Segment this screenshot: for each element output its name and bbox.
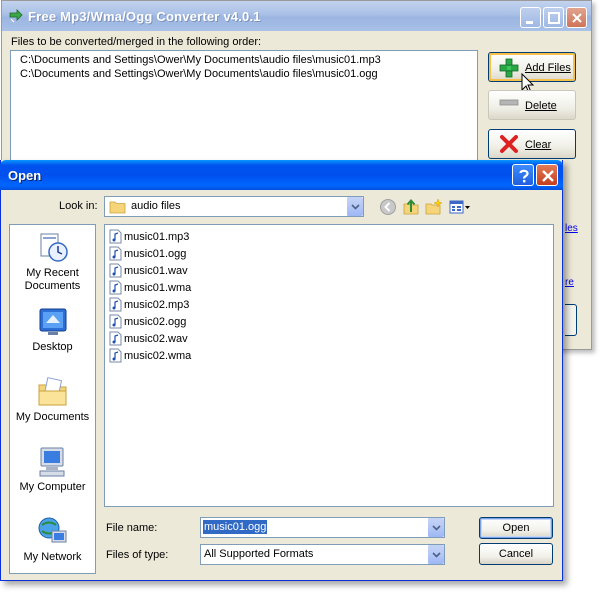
clear-label: Clear [525, 139, 552, 151]
file-name: music02.wav [124, 333, 188, 345]
files-of-type-select[interactable]: All Supported Formats [200, 544, 445, 565]
partial-button[interactable] [565, 304, 577, 336]
file-name-value: music01.ogg [203, 520, 268, 534]
chevron-down-icon [432, 552, 441, 558]
delete-label: Delete [525, 100, 557, 112]
recent-documents-icon [40, 233, 68, 262]
converter-title: Free Mp3/Wma/Ogg Converter v4.0.1 [28, 9, 261, 24]
list-item[interactable]: C:\Documents and Settings\Ower\My Docume… [20, 68, 378, 80]
audio-file-icon [109, 229, 122, 244]
file-name: music02.mp3 [124, 299, 190, 311]
files-of-type-dropdown-button[interactable] [427, 545, 444, 564]
close-button[interactable] [566, 7, 587, 28]
place-recent-documents[interactable]: My Recent Documents [10, 231, 95, 293]
new-folder-icon[interactable] [425, 198, 443, 216]
minimize-button[interactable] [520, 7, 541, 28]
places-bar: My Recent Documents Desktop My Documents [9, 224, 96, 574]
minimize-icon [526, 21, 533, 24]
place-desktop[interactable]: Desktop [10, 305, 95, 354]
minus-icon [499, 99, 519, 106]
place-label: Desktop [32, 341, 73, 353]
clear-button[interactable]: Clear [488, 129, 576, 159]
app-converter-icon [9, 9, 23, 23]
file-name: music02.ogg [124, 316, 187, 328]
partial-link[interactable]: les [565, 223, 578, 234]
look-in-value: audio files [131, 200, 181, 212]
folder-icon [109, 201, 126, 214]
place-my-network[interactable]: My Network [10, 515, 95, 564]
open-dialog-title-bar[interactable]: Open [0, 160, 563, 190]
file-name: music01.ogg [124, 248, 187, 260]
open-button[interactable]: Open [479, 517, 553, 539]
chevron-down-icon [351, 204, 360, 210]
my-documents-icon [38, 377, 66, 406]
audio-file-icon [109, 348, 122, 363]
maximize-icon [548, 12, 560, 24]
close-icon [542, 170, 554, 182]
chevron-down-icon [432, 525, 441, 531]
audio-file-icon [109, 280, 122, 295]
open-dialog-title: Open [8, 168, 42, 183]
my-computer-icon [39, 447, 64, 477]
maximize-button[interactable] [543, 7, 564, 28]
file-name: music01.wma [124, 282, 192, 294]
files-list-label: Files to be converted/merged in the foll… [11, 36, 262, 48]
up-folder-icon[interactable] [402, 198, 420, 216]
place-label: My Computer [19, 481, 86, 493]
look-in-label: Look in: [59, 200, 98, 212]
views-menu-icon[interactable] [449, 198, 471, 216]
delete-button[interactable]: Delete [488, 90, 576, 120]
place-my-computer[interactable]: My Computer [10, 445, 95, 494]
open-dialog: Open Look in: audio files My Recent Docu… [0, 160, 563, 581]
files-of-type-value: All Supported Formats [204, 548, 314, 560]
partial-link[interactable]: re [565, 277, 574, 288]
my-network-icon [38, 517, 66, 543]
place-label: My Documents [15, 411, 90, 423]
audio-file-icon [109, 246, 122, 261]
file-name: music01.mp3 [124, 231, 190, 243]
place-label: My Network [23, 551, 82, 563]
plus-icon [499, 58, 519, 78]
look-in-dropdown-button[interactable] [346, 197, 363, 216]
red-x-icon [500, 135, 518, 153]
look-in-combo[interactable]: audio files [104, 196, 364, 217]
files-of-type-label: Files of type: [106, 549, 169, 561]
audio-file-icon [109, 297, 122, 312]
close-icon [572, 13, 582, 23]
question-mark-icon [519, 169, 529, 183]
file-browser-list[interactable]: music01.mp3 music01.ogg music01.wav musi… [104, 224, 554, 507]
audio-file-icon [109, 331, 122, 346]
desktop-icon [39, 308, 66, 335]
file-name-field[interactable]: music01.ogg [200, 517, 445, 538]
file-name-label: File name: [106, 522, 158, 534]
place-label: My Recent Documents [24, 267, 81, 292]
file-name: music01.wav [124, 265, 188, 277]
file-name: music02.wma [124, 350, 192, 362]
audio-file-icon [109, 263, 122, 278]
back-icon[interactable] [379, 198, 397, 216]
place-my-documents[interactable]: My Documents [10, 375, 95, 424]
cancel-button[interactable]: Cancel [479, 543, 553, 565]
file-name-dropdown-button[interactable] [427, 518, 444, 537]
audio-file-icon [109, 314, 122, 329]
list-item[interactable]: C:\Documents and Settings\Ower\My Docume… [20, 54, 381, 66]
converter-title-bar[interactable]: Free Mp3/Wma/Ogg Converter v4.0.1 [2, 1, 591, 31]
help-button[interactable] [512, 164, 534, 186]
dialog-close-button[interactable] [536, 164, 558, 186]
